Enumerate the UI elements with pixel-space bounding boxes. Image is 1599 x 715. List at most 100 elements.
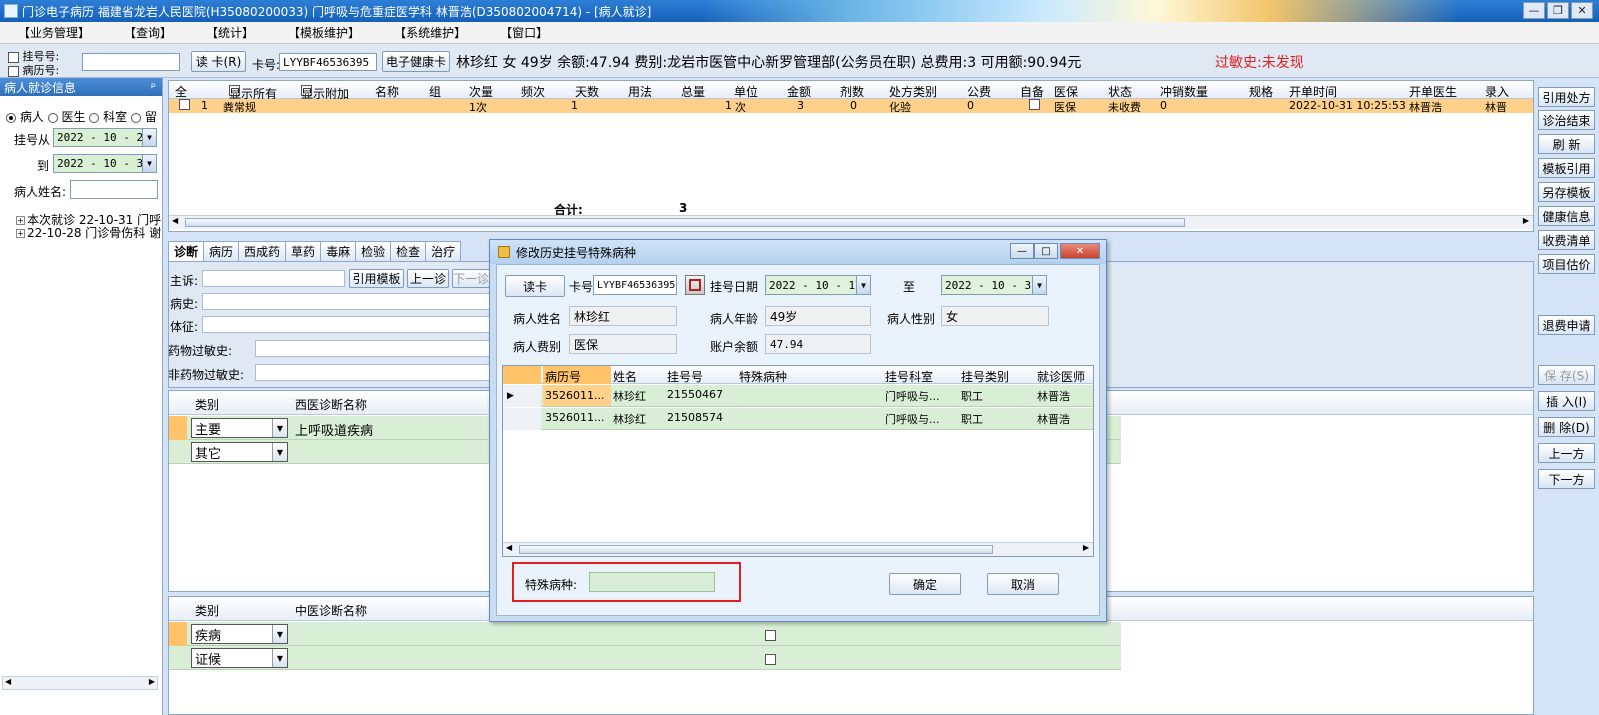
chevron-down-icon[interactable]: ▼	[272, 443, 287, 461]
dialog-reg-from-date[interactable]: 2022 - 10 - 17 ▼	[765, 275, 871, 295]
menu-system[interactable]: 【系统维护】	[394, 24, 466, 41]
dialog-card-input[interactable]: LYYBF46536395	[593, 275, 677, 295]
close-icon[interactable]: ✕	[1571, 2, 1593, 19]
radio-patient[interactable]	[6, 112, 16, 123]
charge-list-button[interactable]: 收费清单	[1538, 230, 1595, 250]
cite-rx-button[interactable]: 引用处方	[1538, 87, 1595, 107]
save-template-button[interactable]: 另存模板	[1538, 182, 1595, 202]
scroll-right-icon[interactable]: ▶	[1083, 543, 1089, 552]
reg-to-date[interactable]: 2022 - 10 - 31 ▼	[53, 154, 157, 173]
restore-icon[interactable]: ❐	[1547, 2, 1569, 19]
tree-item-history[interactable]: +22-10-28 门诊骨伤科 谢	[16, 224, 161, 241]
self-checkbox[interactable]	[1029, 99, 1040, 110]
read-card-button[interactable]: 读 卡(R)	[191, 51, 246, 72]
tab-diagnosis[interactable]: 诊断	[168, 241, 205, 261]
table-row[interactable]: 证候 ▼	[169, 646, 1121, 670]
row-selector[interactable]	[503, 408, 541, 430]
chevron-down-icon[interactable]: ▼	[142, 155, 156, 172]
maximize-icon[interactable]: □	[1034, 243, 1058, 259]
prev-rx-button[interactable]: 上一方	[1538, 443, 1595, 463]
col-all[interactable]: 全	[175, 83, 187, 100]
radio-stay[interactable]	[131, 112, 142, 123]
expand-icon[interactable]: +	[16, 229, 25, 238]
tab-record[interactable]: 病历	[203, 241, 240, 261]
type-select[interactable]: 疾病 ▼	[191, 624, 288, 644]
table-row[interactable]: 3526011... 林珍红 21508574 门呼吸与... 职工 林晋浩	[503, 408, 1093, 430]
insert-button[interactable]: 插 入(I)	[1538, 391, 1595, 411]
chevron-down-icon[interactable]: ▼	[272, 419, 287, 437]
row-checkbox[interactable]	[179, 99, 190, 110]
reg-no-checkbox[interactable]	[8, 51, 19, 63]
refund-button[interactable]: 退费申请	[1538, 315, 1595, 335]
left-hscrollbar[interactable]: ◀ ▶	[2, 676, 158, 690]
reg-from-date[interactable]: 2022 - 10 - 24 ▼	[53, 128, 157, 147]
scroll-right-icon[interactable]: ▶	[1523, 216, 1529, 225]
save-button[interactable]: 保 存(S)	[1538, 365, 1595, 385]
drug-allergy-input[interactable]	[255, 340, 490, 357]
record-no-checkbox[interactable]	[8, 65, 19, 77]
table-row[interactable]: ▶ 3526011... 林珍红 21550467 门呼吸与... 职工 林晋浩	[503, 385, 1093, 407]
chevron-down-icon[interactable]: ▼	[142, 129, 156, 146]
next-rx-button[interactable]: 下一方	[1538, 469, 1595, 489]
radio-dept[interactable]	[89, 112, 100, 123]
ok-button[interactable]: 确定	[889, 573, 961, 595]
health-info-button[interactable]: 健康信息	[1538, 206, 1595, 226]
card-no-input[interactable]: LYYBF46536395	[279, 53, 377, 71]
scroll-left-icon[interactable]: ◀	[5, 677, 11, 686]
history-input[interactable]	[202, 293, 490, 310]
finish-treatment-button[interactable]: 诊治结束	[1538, 110, 1595, 130]
qrcode-icon[interactable]	[685, 275, 705, 295]
tab-exam[interactable]: 检查	[390, 241, 427, 261]
tab-herbal[interactable]: 草药	[285, 241, 322, 261]
tab-narcotic[interactable]: 毒麻	[320, 241, 357, 261]
cancel-button[interactable]: 取消	[987, 573, 1059, 595]
menu-window[interactable]: 【窗口】	[500, 24, 548, 41]
table-row[interactable]: 1 粪常规 1次 1 1 次 3 0 化验 0 医保 未收费 0 2022-10…	[169, 99, 1533, 114]
dialog-reg-to-date[interactable]: 2022 - 10 - 31 ▼	[941, 275, 1047, 295]
prev-diag-button[interactable]: 上一诊	[407, 269, 449, 288]
special-disease-input[interactable]	[589, 572, 715, 592]
minimize-icon[interactable]: —	[1523, 2, 1545, 19]
scroll-thumb[interactable]	[185, 218, 1185, 227]
dialog-read-card-button[interactable]: 读卡	[505, 275, 565, 297]
type-select[interactable]: 证候 ▼	[191, 648, 288, 668]
chevron-down-icon[interactable]: ▼	[272, 649, 287, 667]
tab-lab[interactable]: 检验	[355, 241, 392, 261]
next-diag-button[interactable]: 下一诊	[452, 269, 490, 288]
menu-template[interactable]: 【模板维护】	[288, 24, 360, 41]
scroll-left-icon[interactable]: ◀	[506, 543, 512, 552]
tab-treatment[interactable]: 治疗	[425, 241, 462, 261]
chevron-down-icon[interactable]: ▼	[1032, 276, 1046, 294]
chevron-down-icon[interactable]: ▼	[856, 276, 870, 294]
template-cite-button[interactable]: 模板引用	[1538, 158, 1595, 178]
sign-input[interactable]	[202, 316, 490, 333]
health-card-button[interactable]: 电子健康卡	[382, 51, 450, 72]
chief-input[interactable]	[202, 270, 345, 287]
type-select[interactable]: 主要 ▼	[191, 418, 288, 438]
pin-icon[interactable]: ᵖ	[151, 80, 156, 94]
dialog-hscrollbar[interactable]: ◀ ▶	[503, 542, 1093, 556]
row-checkbox[interactable]	[765, 630, 776, 641]
estimate-button[interactable]: 项目估价	[1538, 254, 1595, 274]
tab-west-med[interactable]: 西成药	[238, 241, 287, 261]
cite-template-button[interactable]: 引用模板	[349, 269, 404, 288]
grid-hscrollbar[interactable]: ◀ ▶	[169, 215, 1533, 229]
row-selector[interactable]	[169, 622, 187, 646]
scroll-left-icon[interactable]: ◀	[172, 216, 178, 225]
menu-business[interactable]: 【业务管理】	[18, 24, 90, 41]
type-select[interactable]: 其它 ▼	[191, 442, 288, 462]
menu-stats[interactable]: 【统计】	[206, 24, 254, 41]
scroll-right-icon[interactable]: ▶	[149, 677, 155, 686]
menu-query[interactable]: 【查询】	[124, 24, 172, 41]
table-row[interactable]: 疾病 ▼	[169, 622, 1121, 646]
row-selector[interactable]	[169, 416, 187, 440]
patient-name-input[interactable]	[70, 180, 158, 199]
scroll-thumb[interactable]	[519, 545, 993, 554]
refresh-button[interactable]: 刷 新	[1538, 134, 1595, 154]
chevron-down-icon[interactable]: ▼	[272, 625, 287, 643]
close-icon[interactable]: ✕	[1060, 243, 1100, 259]
nondrug-allergy-input[interactable]	[255, 364, 490, 381]
delete-button[interactable]: 删 除(D)	[1538, 417, 1595, 437]
row-checkbox[interactable]	[765, 654, 776, 665]
minimize-icon[interactable]: —	[1010, 243, 1034, 259]
